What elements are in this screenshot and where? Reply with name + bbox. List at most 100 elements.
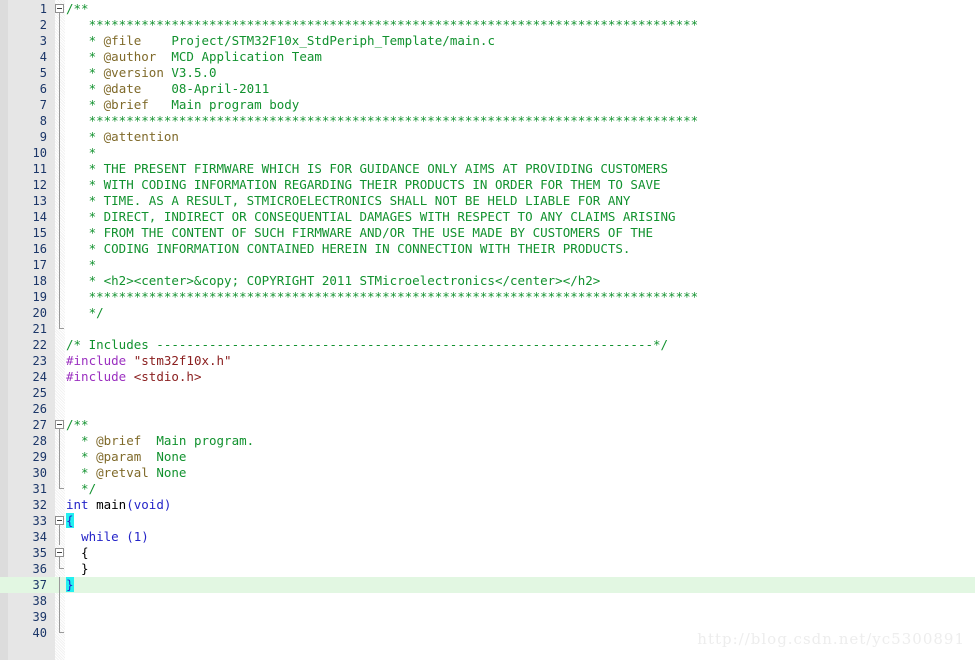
code-line[interactable]: 39 xyxy=(0,609,975,625)
line-number: 14 xyxy=(32,210,47,224)
code-line[interactable]: 29 * @param None xyxy=(0,449,975,465)
code-line[interactable]: 6 * @date 08-April-2011 xyxy=(0,81,975,97)
code-text: * @author MCD Application Team xyxy=(66,49,322,65)
code-line[interactable]: 38 xyxy=(0,593,975,609)
fold-guide-line xyxy=(55,241,65,257)
code-line[interactable]: 26 xyxy=(0,401,975,417)
code-line[interactable]: 8 **************************************… xyxy=(0,113,975,129)
fold-guide-line xyxy=(55,577,65,593)
code-text: ****************************************… xyxy=(66,113,699,129)
line-number: 31 xyxy=(32,482,47,496)
code-line[interactable]: 22 /* Includes --------------------------… xyxy=(0,337,975,353)
code-line[interactable]: 35 { xyxy=(0,545,975,561)
code-token: #include xyxy=(66,353,127,368)
fold-guide-line xyxy=(55,161,65,177)
code-line[interactable]: 25 xyxy=(0,385,975,401)
line-number: 30 xyxy=(32,466,47,480)
line-number: 3 xyxy=(39,34,47,48)
code-line[interactable]: 19 *************************************… xyxy=(0,289,975,305)
code-line[interactable]: 15 * FROM THE CONTENT OF SUCH FIRMWARE A… xyxy=(0,225,975,241)
code-line[interactable]: 11 * THE PRESENT FIRMWARE WHICH IS FOR G… xyxy=(0,161,975,177)
fold-guide-line xyxy=(55,177,65,193)
code-line[interactable]: 13 * TIME. AS A RESULT, STMICROELECTRONI… xyxy=(0,193,975,209)
fold-guide-line xyxy=(55,49,65,65)
code-text: /** xyxy=(66,1,89,17)
code-line[interactable]: 12 * WITH CODING INFORMATION REGARDING T… xyxy=(0,177,975,193)
code-line[interactable]: 20 */ xyxy=(0,305,975,321)
code-line[interactable]: 2 **************************************… xyxy=(0,17,975,33)
code-line[interactable]: 37} xyxy=(0,577,975,593)
fold-guide-line xyxy=(55,81,65,97)
code-token: @version xyxy=(103,65,164,80)
code-line[interactable]: 4 * @author MCD Application Team xyxy=(0,49,975,65)
code-token: * xyxy=(66,449,97,464)
code-token: <stdio.h> xyxy=(133,369,202,384)
code-line[interactable]: 14 * DIRECT, INDIRECT OR CONSEQUENTIAL D… xyxy=(0,209,975,225)
fold-end-marker xyxy=(55,481,65,497)
code-token: /** xyxy=(66,1,89,16)
code-line[interactable]: 31 */ xyxy=(0,481,975,497)
code-token: while xyxy=(81,529,119,544)
line-number: 2 xyxy=(39,18,47,32)
code-token: V3.5.0 xyxy=(163,65,217,80)
code-text: { xyxy=(66,545,89,561)
line-number: 40 xyxy=(32,626,47,640)
code-line[interactable]: 34 while (1) xyxy=(0,529,975,545)
fold-guide-line xyxy=(55,33,65,49)
line-number: 16 xyxy=(32,242,47,256)
code-text: * TIME. AS A RESULT, STMICROELECTRONICS … xyxy=(66,193,631,209)
code-token: ( xyxy=(126,497,134,512)
code-token: ****************************************… xyxy=(66,113,699,128)
code-text: * @retval None xyxy=(66,465,186,481)
code-text: #include <stdio.h> xyxy=(66,369,201,385)
code-text: #include "stm32f10x.h" xyxy=(66,353,232,369)
fold-empty-cell xyxy=(55,401,65,417)
code-line[interactable]: 28 * @brief Main program. xyxy=(0,433,975,449)
fold-toggle-icon[interactable] xyxy=(55,417,65,433)
fold-guide-line xyxy=(55,289,65,305)
fold-toggle-icon[interactable] xyxy=(55,513,65,529)
code-line[interactable]: 16 * CODING INFORMATION CONTAINED HEREIN… xyxy=(0,241,975,257)
code-token: None xyxy=(141,449,187,464)
code-line[interactable]: 10 * xyxy=(0,145,975,161)
code-line[interactable]: 5 * @version V3.5.0 xyxy=(0,65,975,81)
line-number: 17 xyxy=(32,258,47,272)
code-token: int xyxy=(66,497,89,512)
fold-empty-cell xyxy=(55,497,65,513)
code-token: /* Includes ----------------------------… xyxy=(66,337,669,352)
line-number: 36 xyxy=(32,562,47,576)
code-line[interactable]: 32 int main(void) xyxy=(0,497,975,513)
fold-toggle-icon[interactable] xyxy=(55,1,65,17)
fold-toggle-icon[interactable] xyxy=(55,545,65,561)
fold-guide-line xyxy=(55,129,65,145)
code-text: /** xyxy=(66,417,89,433)
code-line[interactable]: 36 } xyxy=(0,561,975,577)
fold-guide-line xyxy=(55,433,65,449)
line-number: 38 xyxy=(32,594,47,608)
code-editor[interactable]: 1/** 2 **********************************… xyxy=(0,0,975,660)
code-line[interactable]: 33 { xyxy=(0,513,975,529)
code-line[interactable]: 7 * @brief Main program body xyxy=(0,97,975,113)
line-number: 4 xyxy=(39,50,47,64)
fold-guide-line xyxy=(55,257,65,273)
code-line[interactable]: 9 * @attention xyxy=(0,129,975,145)
code-token: * FROM THE CONTENT OF SUCH FIRMWARE AND/… xyxy=(66,225,653,240)
code-line[interactable]: 17 * xyxy=(0,257,975,273)
code-line[interactable]: 21 xyxy=(0,321,975,337)
fold-guide-line xyxy=(55,145,65,161)
fold-guide-line xyxy=(55,449,65,465)
code-line[interactable]: 27 /** xyxy=(0,417,975,433)
code-line[interactable]: 30 * @retval None xyxy=(0,465,975,481)
code-token: @author xyxy=(103,49,157,64)
code-line[interactable]: 3 * @file Project/STM32F10x_StdPeriph_Te… xyxy=(0,33,975,49)
code-text: * xyxy=(66,257,97,273)
code-line[interactable]: 1 /** xyxy=(0,1,975,17)
code-line[interactable]: 18 * <h2><center>&copy; COPYRIGHT 2011 S… xyxy=(0,273,975,289)
code-line[interactable]: 23 #include "stm32f10x.h" xyxy=(0,353,975,369)
code-token: */ xyxy=(66,481,97,496)
code-line[interactable]: 24 #include <stdio.h> xyxy=(0,369,975,385)
code-token: * xyxy=(66,129,104,144)
fold-guide-line xyxy=(55,113,65,129)
